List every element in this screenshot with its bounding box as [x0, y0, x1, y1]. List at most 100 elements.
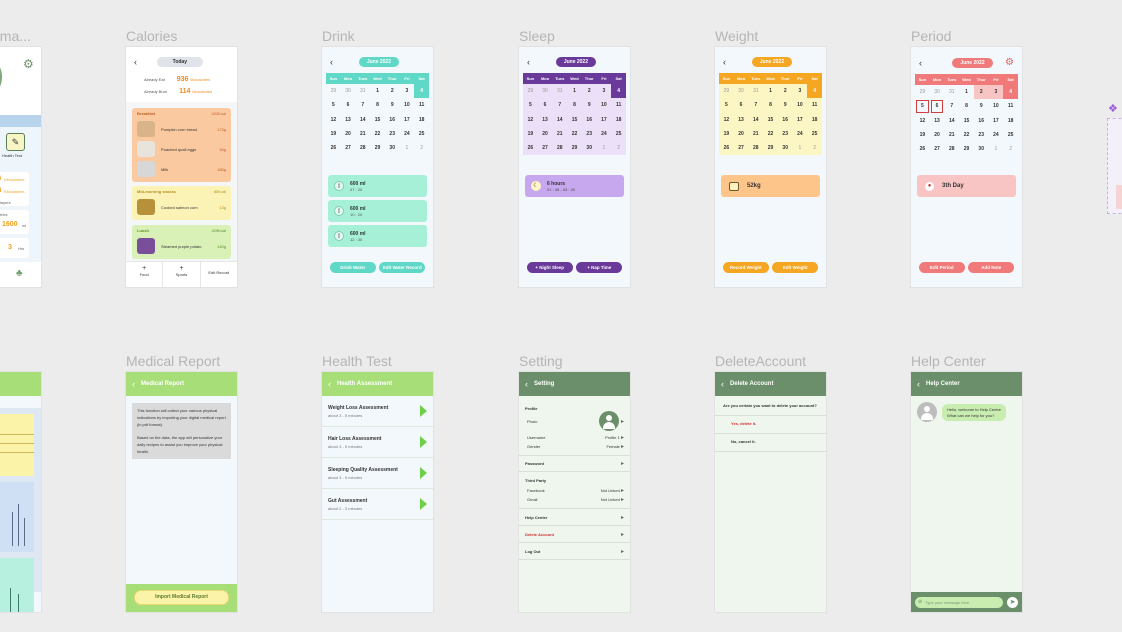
lunch-card[interactable]: Lunch 429Kcal Steamed purple potato 140g — [132, 225, 231, 259]
calendar-day[interactable]: 18 — [414, 113, 429, 127]
calendar-day[interactable]: 2 — [1003, 142, 1018, 156]
calendar-day[interactable]: 1 — [370, 84, 385, 98]
calendar-day[interactable]: 30 — [385, 141, 400, 155]
calendar-day[interactable]: 9 — [581, 98, 597, 113]
calendar-day[interactable]: 13 — [930, 114, 945, 128]
calendar-day[interactable]: 30 — [777, 141, 793, 156]
back-arrow-icon[interactable]: ‹ — [917, 379, 920, 389]
calendar-day[interactable]: 18 — [807, 112, 822, 127]
help-center-row[interactable]: Help Center ▸ — [519, 509, 630, 525]
record-weight-button[interactable]: Record Weight — [722, 262, 769, 273]
delete-account-row[interactable]: Delete Account ▸ — [519, 526, 630, 542]
calendar-day[interactable]: 21 — [944, 128, 959, 142]
calendar-day[interactable]: 3 — [988, 85, 1004, 100]
night-sleep-button[interactable]: + Night Sleep — [526, 262, 573, 273]
calendar-day[interactable]: 5 — [915, 99, 930, 113]
calendar-day[interactable]: 31 — [552, 84, 568, 99]
back-arrow-icon[interactable]: ‹ — [721, 379, 724, 389]
day-grid[interactable]: 29 30 31 1 2 3 4 5 6 7 8 9 10 11 12 13 14 15 16 17 18 19 20 21 2… — [915, 85, 1018, 156]
calendar-day[interactable]: 26 — [915, 142, 930, 156]
calendar-day[interactable]: 6 — [930, 99, 945, 113]
snacks-card[interactable]: Mid-morning snacks 85Kcal Cooked salmon … — [132, 186, 231, 220]
assessment-item[interactable]: Sleeping Quality Assessment about 3 - 5 m… — [322, 458, 433, 489]
calendar-day[interactable]: 1 — [567, 84, 582, 99]
calendar-day[interactable]: 20 — [930, 128, 945, 142]
calendar-day[interactable]: 30 — [341, 84, 356, 98]
calendar-day[interactable]: 16 — [974, 114, 989, 128]
calendar-day[interactable]: 29 — [567, 141, 582, 156]
calendar-day[interactable]: 30 — [733, 84, 749, 99]
calendar-day[interactable]: 27 — [341, 141, 356, 155]
calendar-day[interactable]: 3 — [792, 84, 808, 99]
add-food-button[interactable]: + Food — [126, 262, 164, 287]
calendar-day[interactable]: 31 — [355, 84, 370, 98]
day-grid[interactable]: 29 30 31 1 2 3 4 5 6 7 8 9 10 11 12 13 14 15 16 17 18 19 20 21 2… — [523, 84, 626, 156]
calendar-day[interactable]: 13 — [537, 112, 553, 127]
calendar-day[interactable]: 12 — [915, 114, 930, 128]
calendar-day[interactable]: 20 — [537, 126, 553, 142]
calendar-day[interactable]: 29 — [719, 84, 734, 99]
calendar-day[interactable]: 12 — [523, 112, 538, 127]
calendar-day[interactable]: 2 — [807, 141, 822, 156]
calendar-day[interactable]: 23 — [777, 126, 793, 142]
calendar-day[interactable]: 11 — [414, 98, 429, 112]
calendar-day[interactable]: 18 — [1003, 114, 1018, 128]
calendar-day[interactable]: 1 — [400, 141, 415, 155]
calendar-day[interactable]: 23 — [974, 128, 989, 142]
calendar-day[interactable]: 26 — [523, 141, 538, 156]
add-note-button[interactable]: Add Note — [968, 262, 1015, 273]
home-tab-icon[interactable]: ♣ — [16, 268, 23, 279]
sleep-entry[interactable]: ☾ 6 hours 21 : 45 - 03 : 20 — [525, 175, 624, 197]
calendar-day[interactable]: 5 — [326, 98, 341, 112]
calendar-day[interactable]: 27 — [537, 141, 553, 156]
drink-entry[interactable]: ▯ 600 ml 12 : 30 — [328, 225, 427, 247]
calendar-day[interactable]: 30 — [974, 142, 989, 156]
calendar-day[interactable]: 6 — [537, 98, 553, 113]
calendar-day[interactable]: 25 — [611, 126, 626, 142]
calendar-day[interactable]: 1 — [959, 85, 974, 99]
calendar-day[interactable]: 8 — [959, 99, 974, 113]
back-arrow-icon[interactable]: ‹ — [132, 379, 135, 389]
calendar-day[interactable]: 27 — [733, 141, 749, 156]
calendar-day[interactable]: 10 — [400, 98, 415, 112]
calendar-day[interactable]: 7 — [355, 98, 370, 112]
day-grid[interactable]: 29 30 31 1 2 3 4 5 6 7 8 9 10 11 12 13 14 15 16 17 18 19 20 21 2… — [719, 84, 822, 156]
calendar-day[interactable]: 25 — [1003, 128, 1018, 142]
back-arrow-icon[interactable]: ‹ — [919, 58, 922, 68]
calendar-day[interactable]: 29 — [959, 142, 974, 156]
nap-time-button[interactable]: + Nap Time — [576, 262, 623, 273]
component-icon[interactable]: ❖ — [1108, 102, 1118, 115]
calendar-day[interactable]: 19 — [719, 126, 734, 142]
calendar-day[interactable]: 12 — [326, 113, 341, 127]
calendar-day[interactable]: 30 — [537, 84, 553, 99]
calendar-day[interactable]: 7 — [944, 99, 959, 113]
calendar-day[interactable]: 7 — [552, 98, 568, 113]
calendar-day[interactable]: 24 — [596, 126, 612, 142]
message-input[interactable]: ⊘ Type your message here — [915, 596, 1003, 608]
weight-entry[interactable]: 52kg — [721, 175, 820, 197]
calendar-day[interactable]: 28 — [552, 141, 568, 156]
add-sports-button[interactable]: + Sports — [163, 262, 201, 287]
calendar-day[interactable]: 24 — [792, 126, 808, 142]
calendar-day[interactable]: 26 — [719, 141, 734, 156]
calendar-day[interactable]: 8 — [567, 98, 582, 113]
calendar-day[interactable]: 10 — [989, 99, 1004, 113]
password-row[interactable]: Password ▸ — [519, 456, 630, 471]
calendar-day[interactable]: 4 — [807, 84, 822, 99]
username-row[interactable]: Username Profile 1 ▸ — [525, 433, 624, 442]
calendar-day[interactable]: 15 — [763, 112, 778, 127]
calendar-day[interactable]: 4 — [611, 84, 626, 99]
day-grid[interactable]: 29 30 31 1 2 3 4 5 6 7 8 9 10 11 12 13 14 15 16 17 18 19 20 21 2… — [326, 84, 429, 156]
calendar-day[interactable]: 14 — [944, 114, 959, 128]
month-pill[interactable]: June 2022 — [952, 57, 993, 68]
calendar-day[interactable]: 15 — [567, 112, 582, 127]
send-icon[interactable]: ➤ — [1007, 596, 1018, 608]
calendar-day[interactable]: 15 — [370, 113, 385, 127]
assessment-item[interactable]: Gut Assessment about 2 - 3 minutes — [322, 489, 433, 520]
calendar-day[interactable]: 16 — [581, 112, 597, 127]
calendar-day[interactable]: 1 — [596, 141, 612, 156]
facebook-row[interactable]: Facebook Not Linked ▸ — [525, 486, 624, 495]
calendar-day[interactable]: 16 — [777, 112, 793, 127]
calendar-day[interactable]: 31 — [748, 84, 764, 99]
calendar-day[interactable]: 9 — [385, 98, 400, 112]
